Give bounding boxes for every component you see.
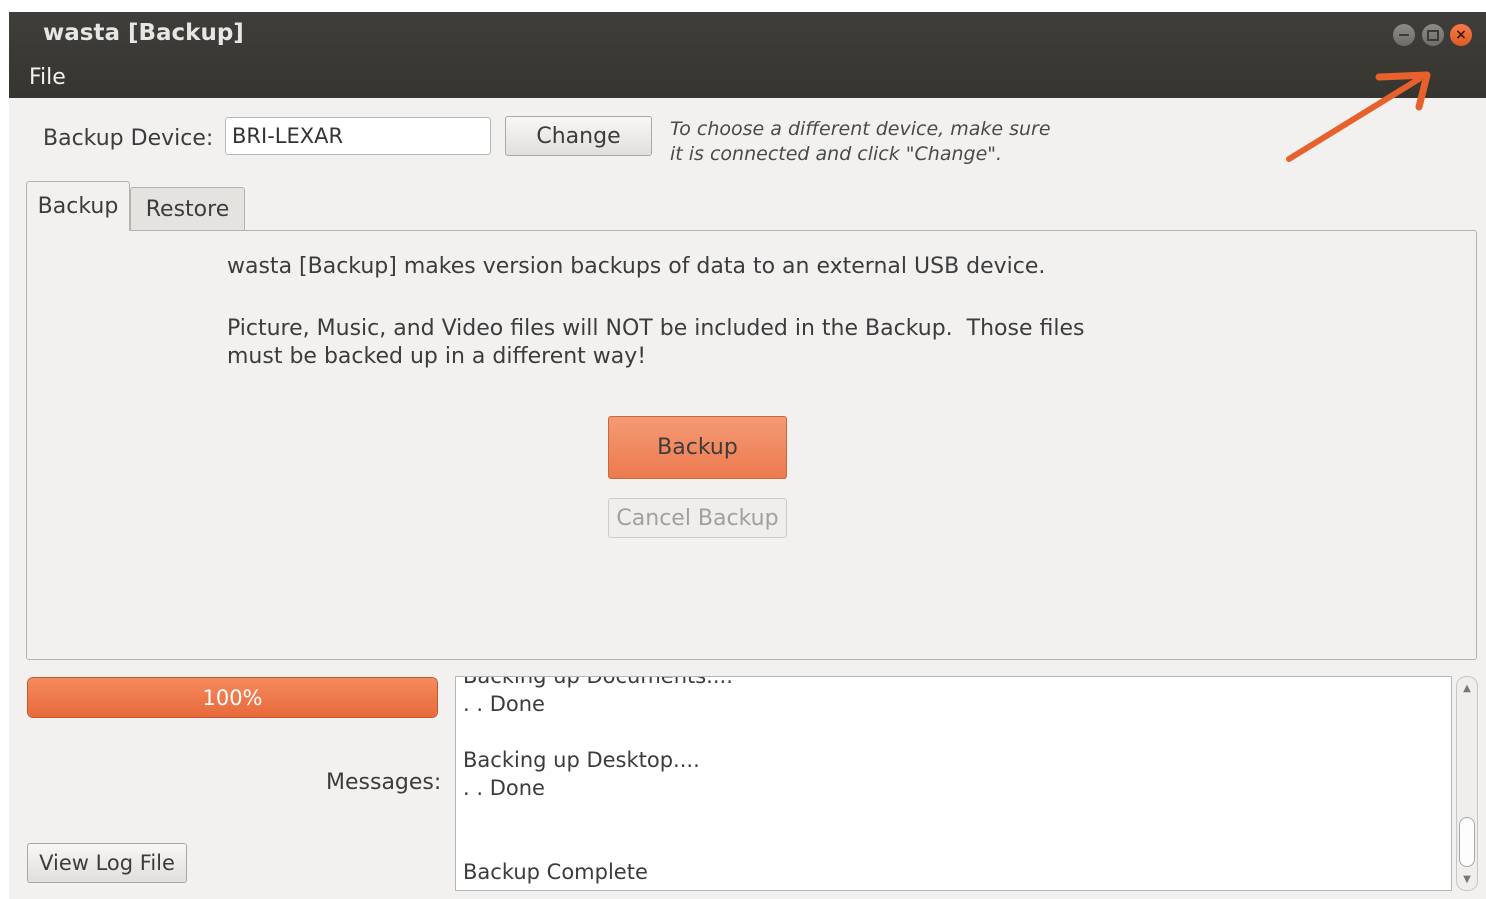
- backup-warning-text: Picture, Music, and Video files will NOT…: [227, 315, 1127, 371]
- cancel-backup-button[interactable]: Cancel Backup: [608, 498, 787, 538]
- device-hint-line1: To choose a different device, make sure: [670, 118, 1051, 140]
- backup-device-field[interactable]: [225, 117, 491, 155]
- device-hint: To choose a different device, make sure …: [670, 117, 1090, 167]
- annotation-arrow-icon: [1286, 71, 1431, 162]
- app-window: wasta [Backup] File × Backup Device: Cha…: [9, 12, 1486, 899]
- scrollbar-thumb[interactable]: [1459, 817, 1475, 867]
- tab-restore[interactable]: Restore: [130, 187, 245, 231]
- message-line: . . Done: [463, 776, 545, 800]
- maximize-icon[interactable]: [1422, 24, 1444, 46]
- title-bar: wasta [Backup] File ×: [9, 12, 1486, 98]
- backup-button[interactable]: Backup: [608, 416, 787, 479]
- progress-bar: 100%: [27, 677, 438, 718]
- message-line: Backing up Desktop....: [463, 748, 700, 772]
- backup-tab-panel: wasta [Backup] makes version backups of …: [26, 230, 1477, 660]
- close-icon[interactable]: ×: [1450, 24, 1472, 46]
- chevron-up-icon[interactable]: ▲: [1457, 679, 1477, 697]
- menu-file[interactable]: File: [29, 65, 66, 90]
- change-device-button[interactable]: Change: [505, 116, 652, 156]
- minimize-icon[interactable]: [1393, 24, 1415, 46]
- view-log-file-button[interactable]: View Log File: [27, 843, 187, 883]
- progress-label: 100%: [202, 685, 263, 710]
- messages-label: Messages:: [326, 770, 442, 795]
- chevron-down-icon[interactable]: ▼: [1457, 870, 1477, 888]
- backup-warning-line1: Picture, Music, and Video files will NOT…: [227, 316, 1085, 341]
- window-title: wasta [Backup]: [43, 20, 244, 46]
- message-line: . . Done: [463, 692, 545, 716]
- tab-backup[interactable]: Backup: [26, 181, 130, 231]
- device-hint-line2: it is connected and click "Change".: [670, 143, 1003, 165]
- backup-warning-line2: must be backed up in a different way!: [227, 344, 647, 369]
- backup-device-label: Backup Device:: [43, 126, 214, 151]
- messages-scrollbar[interactable]: ▲ ▼: [1456, 676, 1478, 891]
- backup-intro-text: wasta [Backup] makes version backups of …: [227, 254, 1046, 279]
- message-line: Backing up Documents....: [463, 676, 733, 688]
- messages-text-area[interactable]: Backing up Documents.... . . Done Backin…: [455, 676, 1452, 891]
- message-line: Backup Complete: [463, 860, 648, 884]
